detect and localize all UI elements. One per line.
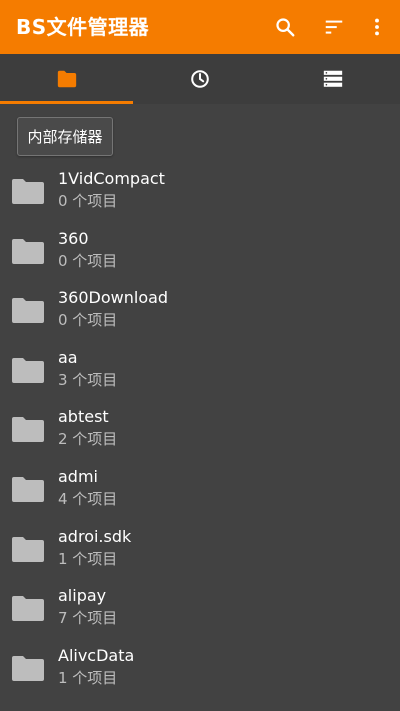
item-count: 2 个项目 <box>58 430 118 449</box>
folder-icon <box>12 179 44 204</box>
search-button[interactable] <box>269 11 301 43</box>
storage-icon <box>323 70 343 87</box>
list-item[interactable]: aa 3 个项目 <box>0 341 400 401</box>
folder-icon <box>12 238 44 264</box>
item-count: 0 个项目 <box>58 192 118 210</box>
item-count: 1 个项目 <box>58 549 118 568</box>
more-options-button[interactable] <box>361 11 393 43</box>
folder-icon <box>12 357 44 383</box>
file-name: adroi.sdk <box>58 526 132 546</box>
sort-icon <box>325 20 343 34</box>
file-name: alipay <box>58 586 107 606</box>
list-item[interactable]: alipay 7 个项目 <box>0 579 400 639</box>
list-item[interactable]: 1VidCompact 0 个项目 <box>0 162 400 222</box>
list-item[interactable]: abtest 2 个项目 <box>0 400 400 460</box>
tab-indicator <box>0 101 133 104</box>
sort-button[interactable] <box>318 11 350 43</box>
folder-icon <box>57 70 76 88</box>
app-title: BS文件管理器 <box>16 15 150 39</box>
history-icon <box>190 70 209 88</box>
tab-history[interactable] <box>133 54 266 104</box>
list-item[interactable]: admi 4 个项目 <box>0 460 400 520</box>
folder-icon <box>12 596 44 622</box>
file-name: abtest <box>58 407 109 427</box>
tab-files[interactable] <box>0 54 133 104</box>
file-name: 360Download <box>58 288 169 308</box>
folder-icon <box>12 655 44 681</box>
list-item[interactable]: AlivcData 1 个项目 <box>0 639 400 699</box>
item-count: 3 个项目 <box>58 370 118 389</box>
file-name: 360 <box>58 228 89 248</box>
storage-path-button[interactable]: 内部存储器 <box>17 117 113 156</box>
list-item[interactable]: adroi.sdk 1 个项目 <box>0 520 400 580</box>
folder-icon <box>12 476 44 502</box>
more-vert-icon <box>375 18 379 36</box>
item-count: 7 个项目 <box>58 609 118 628</box>
list-item[interactable]: 360Download 0 个项目 <box>0 281 400 341</box>
folder-icon <box>12 298 44 324</box>
tab-bar <box>0 54 400 104</box>
app-bar: BS文件管理器 <box>0 0 400 54</box>
file-name: aa <box>58 347 78 367</box>
list-item[interactable]: 360 0 个项目 <box>0 222 400 282</box>
item-count: 1 个项目 <box>58 668 118 687</box>
file-name: 1VidCompact <box>58 169 165 188</box>
folder-icon <box>12 417 44 443</box>
item-count: 0 个项目 <box>58 251 118 270</box>
item-count: 0 个项目 <box>58 311 118 330</box>
file-name: admi <box>58 466 98 486</box>
file-name: AlivcData <box>58 645 135 665</box>
search-icon <box>276 18 295 37</box>
folder-icon <box>12 536 44 562</box>
tab-storage[interactable] <box>266 54 400 104</box>
file-list: 1VidCompact 0 个项目 360 0 个项目 360Download … <box>0 162 400 698</box>
item-count: 4 个项目 <box>58 489 118 508</box>
